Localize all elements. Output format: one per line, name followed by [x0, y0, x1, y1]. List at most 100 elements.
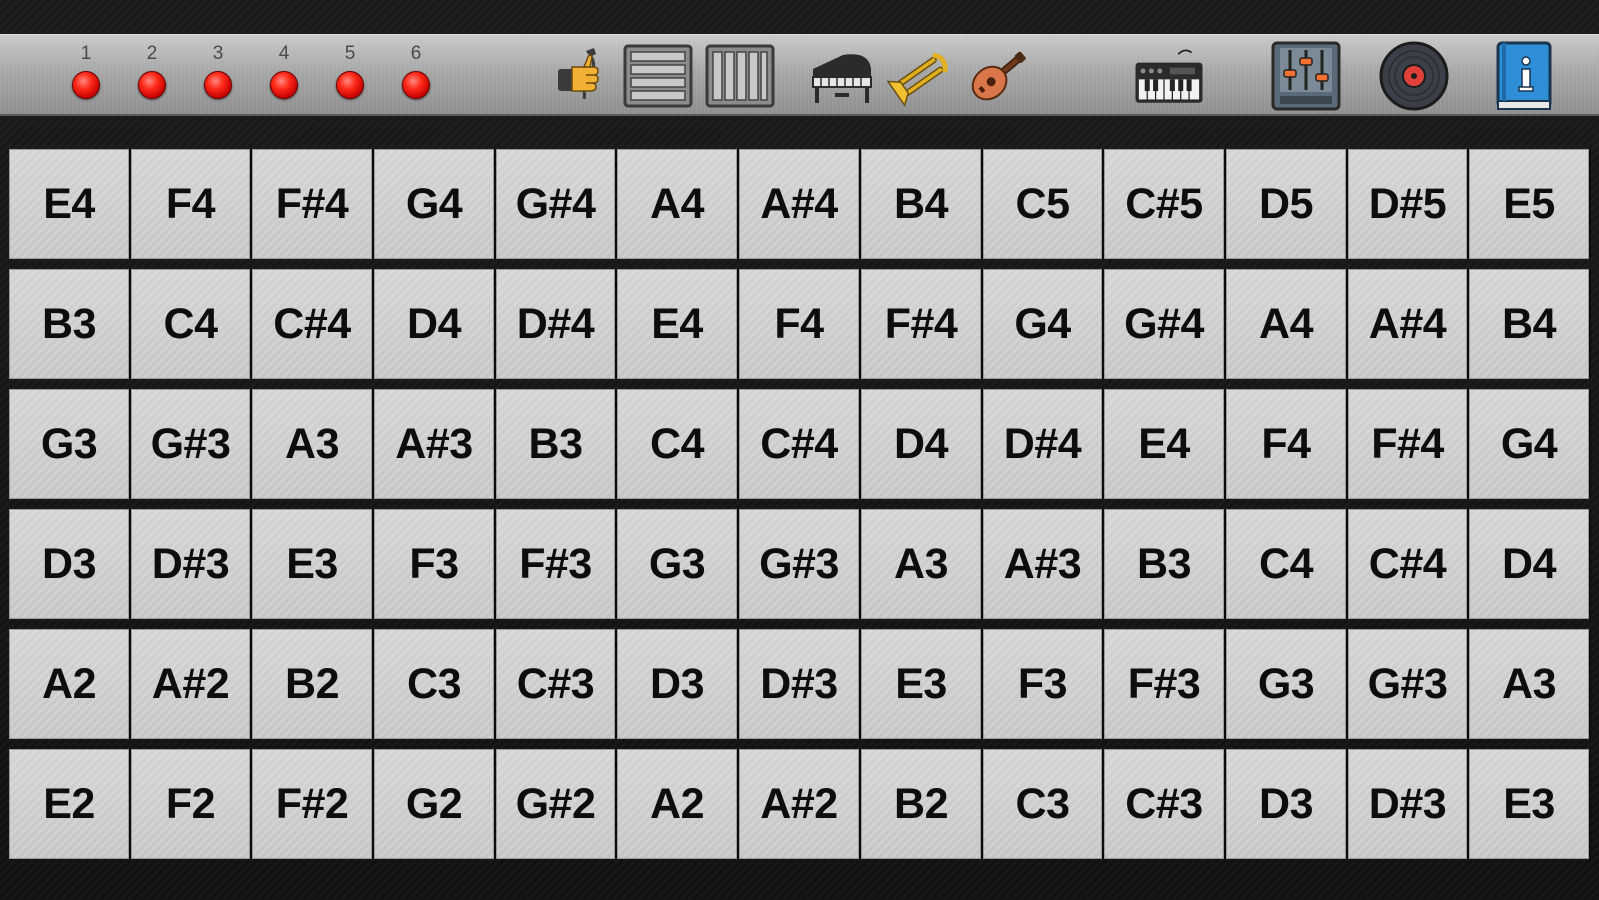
note-button[interactable]: D3: [9, 509, 129, 619]
string-indicator-3[interactable]: 3: [198, 41, 238, 111]
note-button[interactable]: G#3: [1348, 629, 1467, 739]
record-disc-icon[interactable]: [1378, 41, 1450, 111]
note-button[interactable]: E4: [617, 269, 737, 379]
note-button[interactable]: G4: [1469, 389, 1589, 499]
note-button[interactable]: B3: [1104, 509, 1224, 619]
note-button[interactable]: C#3: [1104, 749, 1224, 859]
note-button[interactable]: C4: [1226, 509, 1346, 619]
piano-icon[interactable]: [806, 41, 878, 111]
string-indicator-2[interactable]: 2: [132, 41, 172, 111]
note-button[interactable]: C#4: [739, 389, 859, 499]
note-button[interactable]: B4: [861, 149, 981, 259]
note-button[interactable]: A#2: [131, 629, 250, 739]
string-indicator-1[interactable]: 1: [66, 41, 106, 111]
note-button[interactable]: F#4: [252, 149, 372, 259]
note-button[interactable]: E2: [9, 749, 129, 859]
note-button[interactable]: F4: [739, 269, 859, 379]
note-button[interactable]: A2: [9, 629, 129, 739]
string-number: 3: [212, 43, 224, 64]
note-button[interactable]: A4: [617, 149, 737, 259]
note-button[interactable]: G3: [1226, 629, 1346, 739]
note-button[interactable]: G#4: [496, 149, 615, 259]
note-button[interactable]: F3: [374, 509, 494, 619]
note-button[interactable]: A#3: [374, 389, 494, 499]
note-button[interactable]: A2: [617, 749, 737, 859]
note-button[interactable]: A3: [252, 389, 372, 499]
note-button[interactable]: A#3: [983, 509, 1102, 619]
note-button[interactable]: C3: [983, 749, 1102, 859]
note-button[interactable]: E4: [9, 149, 129, 259]
note-button[interactable]: E4: [1104, 389, 1224, 499]
string-indicator-6[interactable]: 6: [396, 41, 436, 111]
trombone-icon[interactable]: [886, 41, 958, 111]
note-button[interactable]: C4: [617, 389, 737, 499]
note-button[interactable]: B3: [496, 389, 615, 499]
string-row: B3 C4 C#4 D4 D#4 E4 F4 F#4 G4 G#4 A4 A#4 B4: [9, 269, 1591, 379]
note-button[interactable]: G#3: [131, 389, 250, 499]
note-button[interactable]: A#4: [1348, 269, 1467, 379]
note-button[interactable]: E3: [1469, 749, 1589, 859]
note-button[interactable]: D#3: [739, 629, 859, 739]
note-button[interactable]: F3: [983, 629, 1102, 739]
note-button[interactable]: F#4: [861, 269, 981, 379]
note-button[interactable]: F#2: [252, 749, 372, 859]
note-button[interactable]: G2: [374, 749, 494, 859]
note-button[interactable]: D3: [617, 629, 737, 739]
note-button[interactable]: F#4: [1348, 389, 1467, 499]
note-button[interactable]: C4: [131, 269, 250, 379]
mixer-icon[interactable]: [1270, 41, 1342, 111]
string-number: 5: [344, 43, 356, 64]
guitar-icon[interactable]: [962, 41, 1034, 111]
note-button[interactable]: B4: [1469, 269, 1589, 379]
note-button[interactable]: G#3: [739, 509, 859, 619]
string-indicator-4[interactable]: 4: [264, 41, 304, 111]
note-button[interactable]: B3: [9, 269, 129, 379]
note-button[interactable]: C3: [374, 629, 494, 739]
note-button[interactable]: A4: [1226, 269, 1346, 379]
note-button[interactable]: C#4: [1348, 509, 1467, 619]
synth-keyboard-icon[interactable]: [1133, 41, 1205, 111]
note-button[interactable]: A#4: [739, 149, 859, 259]
note-button[interactable]: G4: [983, 269, 1102, 379]
note-button[interactable]: G3: [617, 509, 737, 619]
note-button[interactable]: D#3: [1348, 749, 1467, 859]
note-button[interactable]: E5: [1469, 149, 1589, 259]
note-button[interactable]: F2: [131, 749, 250, 859]
note-button[interactable]: F4: [1226, 389, 1346, 499]
info-book-icon[interactable]: [1488, 41, 1560, 111]
note-button[interactable]: A3: [861, 509, 981, 619]
note-button[interactable]: G#2: [496, 749, 615, 859]
string-indicator-5[interactable]: 5: [330, 41, 370, 111]
note-button[interactable]: F#3: [496, 509, 615, 619]
string-number: 2: [146, 43, 158, 64]
note-button[interactable]: C#4: [252, 269, 372, 379]
note-button[interactable]: D#4: [983, 389, 1102, 499]
note-button[interactable]: B2: [252, 629, 372, 739]
note-button[interactable]: D4: [1469, 509, 1589, 619]
note-button[interactable]: D3: [1226, 749, 1346, 859]
note-button[interactable]: D#5: [1348, 149, 1467, 259]
note-button[interactable]: D#4: [496, 269, 615, 379]
note-button[interactable]: F#3: [1104, 629, 1224, 739]
note-button[interactable]: D4: [861, 389, 981, 499]
note-button[interactable]: A#2: [739, 749, 859, 859]
note-button[interactable]: G4: [374, 149, 494, 259]
note-button[interactable]: E3: [861, 629, 981, 739]
note-button[interactable]: A3: [1469, 629, 1589, 739]
note-button[interactable]: G3: [9, 389, 129, 499]
note-button[interactable]: F4: [131, 149, 250, 259]
note-button[interactable]: C#5: [1104, 149, 1224, 259]
note-button[interactable]: D5: [1226, 149, 1346, 259]
strum-hand-icon[interactable]: [545, 41, 617, 111]
note-button[interactable]: D#3: [131, 509, 250, 619]
string-row: G3 G#3 A3 A#3 B3 C4 C#4 D4 D#4 E4 F4 F#4 G4: [9, 389, 1591, 499]
rows-layout-icon[interactable]: [622, 41, 694, 111]
note-button[interactable]: D4: [374, 269, 494, 379]
columns-layout-icon[interactable]: [704, 41, 776, 111]
string-row: E2 F2 F#2 G2 G#2 A2 A#2 B2 C3 C#3 D3 D#3 E3: [9, 749, 1591, 859]
note-button[interactable]: E3: [252, 509, 372, 619]
note-button[interactable]: C#3: [496, 629, 615, 739]
note-button[interactable]: G#4: [1104, 269, 1224, 379]
note-button[interactable]: C5: [983, 149, 1102, 259]
note-button[interactable]: B2: [861, 749, 981, 859]
